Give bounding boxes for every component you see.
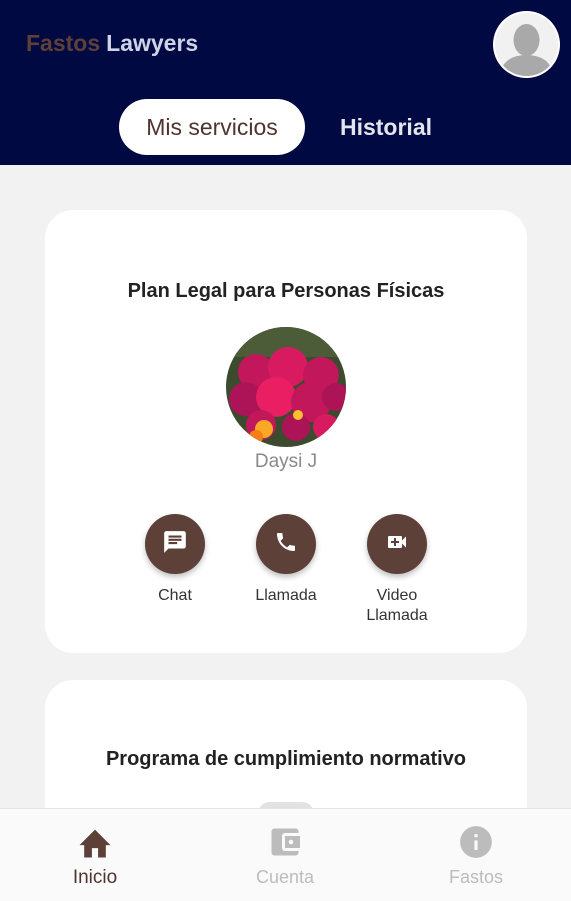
- chat-label: Chat: [158, 587, 192, 604]
- user-avatar-icon[interactable]: [495, 13, 558, 76]
- call-label: Llamada: [255, 587, 317, 604]
- service-card: Plan Legal para Personas Físicas Daysi J: [45, 210, 527, 653]
- card-title: Plan Legal para Personas Físicas: [127, 280, 445, 302]
- chat-icon: [162, 529, 188, 560]
- tab-mis-servicios[interactable]: Mis servicios: [119, 99, 305, 155]
- call-button[interactable]: Llamada: [231, 514, 341, 606]
- brand-fastos: Fastos: [26, 30, 101, 56]
- lawyer-photo: [226, 327, 346, 447]
- nav-fastos-label: Fastos: [448, 867, 504, 887]
- nav-cuenta[interactable]: Cuenta: [190, 809, 380, 901]
- nav-cuenta-label: Cuenta: [255, 867, 315, 887]
- home-icon: [76, 825, 114, 864]
- app-brand: Fastos Lawyers: [26, 30, 198, 57]
- info-icon: [457, 823, 495, 866]
- video-call-icon: [385, 530, 409, 559]
- chat-button[interactable]: Chat: [120, 514, 230, 606]
- nav-inicio[interactable]: Inicio: [0, 809, 190, 901]
- nav-inicio-label: Inicio: [72, 867, 118, 888]
- brand-lawyers: Lawyers: [106, 30, 199, 56]
- video-call-button[interactable]: Video Llamada: [342, 514, 452, 626]
- tab-historial[interactable]: Historial: [318, 99, 454, 155]
- app-header: Fastos Lawyers Mis servicios Historial: [0, 0, 571, 165]
- lawyer-name: Daysi J: [254, 451, 318, 472]
- bottom-navigation: Inicio Cuenta Fastos: [0, 808, 571, 901]
- phone-icon: [274, 530, 298, 559]
- wallet-icon: [266, 824, 304, 865]
- card-title: Programa de cumplimiento normativo: [105, 748, 467, 770]
- video-call-label: Video Llamada: [366, 587, 428, 624]
- nav-fastos[interactable]: Fastos: [381, 809, 571, 901]
